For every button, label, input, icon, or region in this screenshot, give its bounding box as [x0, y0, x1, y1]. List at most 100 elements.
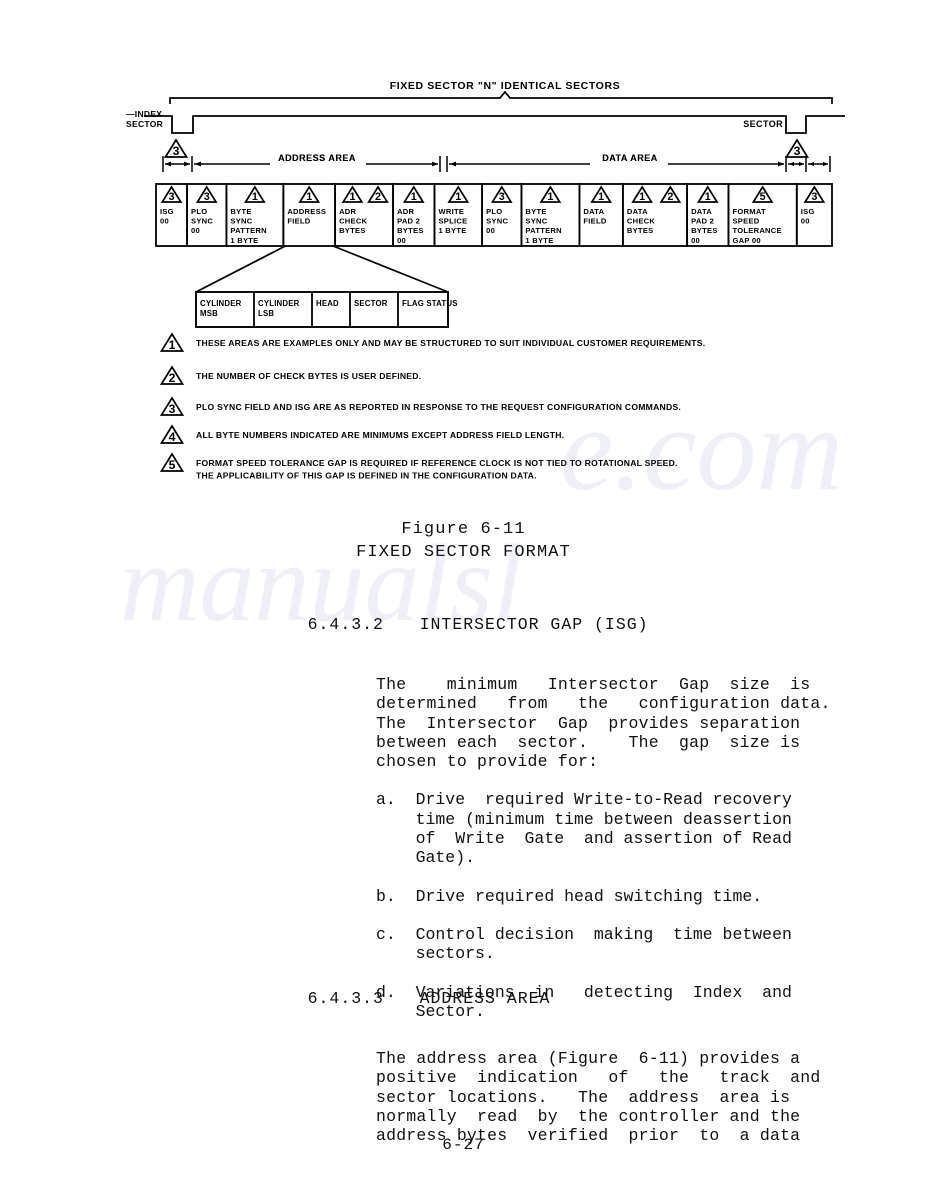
field-label-line: 00 — [691, 236, 700, 245]
dim-label-data-area: DATA AREA — [602, 153, 658, 163]
address-detail-label: LSB — [258, 309, 274, 318]
dimension-arrowhead — [778, 161, 784, 167]
field-label-line: FIELD — [287, 217, 310, 226]
field-label-line: BYTES — [627, 226, 654, 235]
field-label-line: SPLICE — [438, 217, 467, 226]
note-marker-number: 2 — [375, 191, 381, 203]
address-detail-label: MSB — [200, 309, 218, 318]
paragraph-line: determined from the configuration data. — [376, 694, 831, 714]
section-title: INTERSECTOR GAP (ISG) — [419, 615, 649, 634]
figure-fixed-sector-format: FIXED SECTOR "N" IDENTICAL SECTORS —INDEX… — [0, 0, 927, 505]
field-label-line: PATTERN — [230, 226, 266, 235]
field-label-line: 1 BYTE — [230, 236, 258, 245]
footnote-text: PLO SYNC FIELD AND ISG ARE AS REPORTED I… — [196, 402, 681, 412]
note-marker-number: 2 — [667, 191, 673, 203]
paragraph-line: sector locations. The address area is — [376, 1087, 791, 1107]
paragraph-line: chosen to provide for: — [376, 752, 599, 772]
field-label-line: SYNC — [230, 217, 252, 226]
note-marker-number: 5 — [760, 191, 766, 203]
field-label-line: BYTES — [339, 226, 366, 235]
dimension-arrowhead — [809, 161, 814, 167]
paragraph-line: The minimum Intersector Gap size is — [376, 675, 811, 694]
paragraph-line: The Intersector Gap provides separation — [376, 713, 801, 733]
dimension-arrowhead — [799, 161, 804, 167]
list-item-line: a. Drive required Write-to-Read recovery — [376, 790, 792, 810]
figure-top-title: FIXED SECTOR "N" IDENTICAL SECTORS — [390, 80, 620, 92]
address-detail-label: SECTOR — [354, 299, 388, 308]
field-label-line: ADDRESS — [287, 207, 326, 216]
top-brace — [169, 90, 833, 104]
field-label-line: ISG — [801, 207, 815, 216]
field-label-line: ADR — [397, 207, 414, 216]
page-number: 6-27 — [442, 1136, 485, 1154]
footnote-text: FORMAT SPEED TOLERANCE GAP IS REQUIRED I… — [196, 458, 678, 468]
field-label-line: BYTE — [230, 207, 251, 216]
list-item-line: sectors. — [376, 944, 495, 964]
field-label-line: 00 — [397, 236, 406, 245]
field-label-line: 00 — [486, 226, 495, 235]
footnote-text: THE APPLICABILITY OF THIS GAP IS DEFINED… — [196, 471, 537, 481]
section-heading: 6.4.3.3 ADDRESS AREA — [264, 970, 864, 1027]
detail-connector-right — [332, 245, 449, 293]
list-item: a. Drive required Write-to-Read recovery… — [376, 790, 840, 867]
note-marker-number: 4 — [169, 430, 176, 444]
note-marker-number: 3 — [169, 402, 176, 416]
list-item: c. Control decision making time between … — [376, 925, 840, 964]
field-label-line: CHECK — [627, 217, 656, 226]
address-detail-label: FLAG STATUS — [402, 299, 458, 308]
note-marker-number: 1 — [598, 191, 604, 203]
note-marker-number: 3 — [173, 144, 180, 158]
field-label-line: FIELD — [583, 217, 606, 226]
section-6-4-3-3: 6.4.3.3 ADDRESS AREA The address area (Fi… — [264, 970, 864, 1145]
footnote-text: THE NUMBER OF CHECK BYTES IS USER DEFINE… — [196, 371, 421, 381]
field-label-line: ADR — [339, 207, 356, 216]
section-title: ADDRESS AREA — [419, 989, 551, 1008]
note-marker-number: 5 — [169, 458, 176, 472]
field-label-line: GAP 00 — [732, 236, 760, 245]
dim-label-address-area: ADDRESS AREA — [278, 153, 356, 163]
section-paragraph: The minimum Intersector Gap size is deter… — [376, 675, 840, 771]
note-marker-number: 1 — [169, 338, 176, 352]
field-label-line: PAD 2 — [691, 217, 714, 226]
field-label-line: PLO — [191, 207, 207, 216]
field-label-line: DATA — [583, 207, 604, 216]
field-label-line: 00 — [801, 217, 810, 226]
figure-caption-line2: FIXED SECTOR FORMAT — [356, 543, 571, 562]
note-marker-number: 1 — [252, 191, 258, 203]
field-label-line: SPEED — [732, 217, 759, 226]
section-number: 6.4.3.3 — [307, 989, 384, 1008]
index-sector-waveform — [144, 115, 845, 134]
list-item-line: time (minimum time between deassertion — [376, 809, 792, 829]
list-item: b. Drive required head switching time. — [376, 887, 840, 906]
field-label-line: SYNC — [191, 217, 213, 226]
sector-label-right: SECTOR — [743, 119, 783, 129]
note-marker-number: 1 — [306, 191, 312, 203]
field-label-line: 1 BYTE — [438, 226, 466, 235]
field-label-line: SYNC — [486, 217, 508, 226]
paragraph-line: positive indication of the track and — [376, 1068, 821, 1088]
note-marker-number: 1 — [639, 191, 645, 203]
field-label-line: TOLERANCE — [732, 226, 781, 235]
dimension-arrowhead — [184, 161, 190, 167]
field-label-line: CHECK — [339, 217, 368, 226]
field-label-line: PATTERN — [525, 226, 561, 235]
list-item-line: Gate). — [376, 848, 476, 868]
field-label-line: PLO — [486, 207, 502, 216]
dimension-arrowhead — [789, 161, 794, 167]
dimension-arrowhead — [450, 161, 456, 167]
field-label-line: BYTES — [691, 226, 718, 235]
footnote-text: ALL BYTE NUMBERS INDICATED ARE MINIMUMS … — [196, 430, 564, 440]
section-heading: 6.4.3.2 INTERSECTOR GAP (ISG) — [264, 596, 864, 653]
dimension-arrowhead — [165, 161, 171, 167]
index-label-line1: —INDEX — [126, 109, 162, 119]
address-detail-box — [195, 291, 449, 328]
field-label-line: 1 BYTE — [525, 236, 553, 245]
dimension-arrowhead — [432, 161, 438, 167]
paragraph-line: normally read by the controller and the — [376, 1106, 801, 1126]
detail-connector-left — [195, 245, 286, 293]
field-label-line: 00 — [160, 217, 169, 226]
dimension-arrowhead — [195, 161, 201, 167]
address-detail-label: HEAD — [316, 299, 339, 308]
note-marker-number: 3 — [794, 144, 801, 158]
footnote-text: THESE AREAS ARE EXAMPLES ONLY AND MAY BE… — [196, 338, 705, 348]
